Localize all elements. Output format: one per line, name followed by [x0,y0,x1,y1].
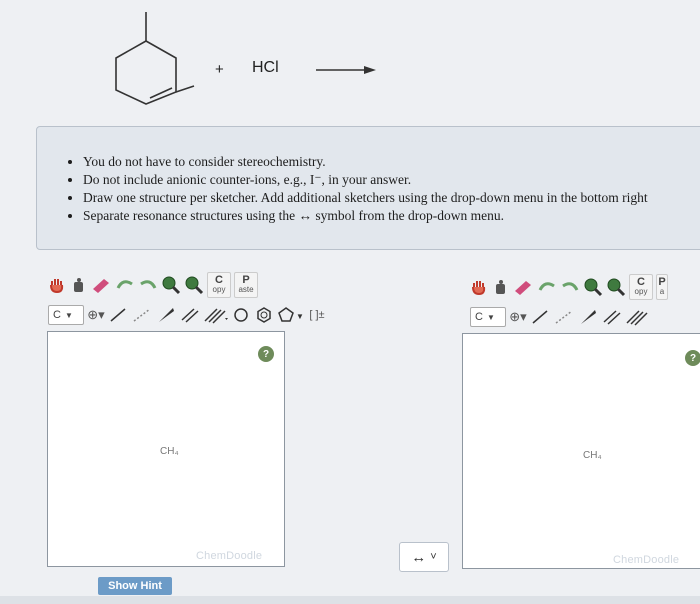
sketcher-toolbar-top: C opy P a [462,273,700,301]
chevron-down-icon: ▼ [486,312,495,322]
arrow-dropdown[interactable]: ↔ ˅ [399,542,449,572]
chevron-down-icon: ˅ [430,551,437,563]
copy-button-letter: C [215,274,223,286]
lasso-tool-icon[interactable] [491,276,509,298]
sketcher-left: C opy P aste C ▼ ⊕▾ ▼ []± ? CH₄ ChemDoo… [40,265,385,575]
instructions-list: You do not have to consider stereochemis… [37,153,700,225]
zoom-in-icon[interactable] [583,276,603,298]
chemdoodle-watermark: ChemDoodle [613,554,680,566]
single-bond-icon[interactable] [108,304,128,326]
molecule-structure [115,12,195,105]
copy-button-text: opy [212,285,226,294]
show-hint-button[interactable]: Show Hint [98,577,172,595]
double-bond-icon[interactable] [601,306,621,328]
element-value: C [475,311,483,323]
sketcher-canvas[interactable]: ? CH₄ ChemDoodle [462,333,700,569]
paste-button-text: aste [238,285,254,294]
plus-sign: + [215,61,224,78]
instructions-panel: You do not have to consider stereochemis… [36,126,700,250]
sketcher-toolbar-bottom: C ▼ ⊕▾ [462,303,700,331]
reaction-arrow-icon [316,66,376,74]
chemdoodle-watermark: ChemDoodle [196,550,263,562]
copy-button[interactable]: C opy [629,274,653,300]
methane-label: CH₄ [160,446,179,457]
bottom-strip [0,596,700,604]
benzene-ring-icon[interactable] [254,304,274,326]
svg-text:▼: ▼ [296,312,304,321]
element-select[interactable]: C ▼ [470,307,506,327]
element-select[interactable]: C ▼ [48,305,84,325]
bracket-tool[interactable]: [ ]± [308,304,326,326]
instruction-item: You do not have to consider stereochemis… [83,153,700,171]
cyclopropane-ring-icon[interactable] [231,304,251,326]
pentagon-ring-icon[interactable]: ▼ [277,304,305,326]
single-bond-icon[interactable] [530,306,550,328]
hand-tool-icon[interactable] [470,276,488,298]
paste-button-letter: P [242,274,250,286]
zoom-out-icon[interactable] [606,276,626,298]
redo-icon[interactable] [560,276,580,298]
methane-label: CH₄ [583,450,602,461]
charge-tool-icon[interactable]: ⊕▾ [509,306,527,328]
triple-bond-icon[interactable] [202,304,228,326]
hand-tool-icon[interactable] [48,274,66,296]
instruction-item: Draw one structure per sketcher. Add add… [83,189,700,207]
charge-tool-icon[interactable]: ⊕▾ [87,304,105,326]
undo-icon[interactable] [537,276,557,298]
help-icon[interactable]: ? [258,346,274,362]
instruction-item: Separate resonance structures using the … [83,207,700,225]
redo-icon[interactable] [138,274,158,296]
copy-button[interactable]: C opy [207,272,231,298]
copy-button-text: opy [634,287,648,296]
dashed-bond-icon[interactable] [553,306,575,328]
reagent-label: HCl [252,59,279,76]
instruction-item: Do not include anionic counter-ions, e.g… [83,171,700,189]
sketcher-right: C opy P a C ▼ ⊕▾ ? CH₄ ChemDoodle [462,265,700,575]
paste-button[interactable]: P a [656,274,668,300]
element-value: C [53,309,61,321]
sketcher-toolbar-bottom: C ▼ ⊕▾ ▼ [ ]± [40,301,385,329]
sketcher-canvas[interactable]: ? CH₄ ChemDoodle [47,331,285,567]
zoom-out-icon[interactable] [184,274,204,296]
sketcher-toolbar-top: C opy P aste [40,271,385,299]
copy-button-letter: C [637,276,645,288]
eraser-tool-icon[interactable] [512,276,534,298]
paste-button-text: a [659,287,665,296]
double-bond-icon[interactable] [179,304,199,326]
undo-icon[interactable] [115,274,135,296]
eraser-tool-icon[interactable] [90,274,112,296]
reaction-scheme: + HCl [0,0,700,125]
dashed-bond-icon[interactable] [131,304,153,326]
wedge-bond-icon[interactable] [156,304,176,326]
help-icon[interactable]: ? [685,350,700,366]
paste-button-letter: P [658,276,666,288]
lasso-tool-icon[interactable] [69,274,87,296]
resonance-arrow-icon: ↔ [411,548,427,566]
paste-button[interactable]: P aste [234,272,258,298]
triple-bond-icon[interactable] [624,306,650,328]
zoom-in-icon[interactable] [161,274,181,296]
chevron-down-icon: ▼ [64,310,73,320]
wedge-bond-icon[interactable] [578,306,598,328]
